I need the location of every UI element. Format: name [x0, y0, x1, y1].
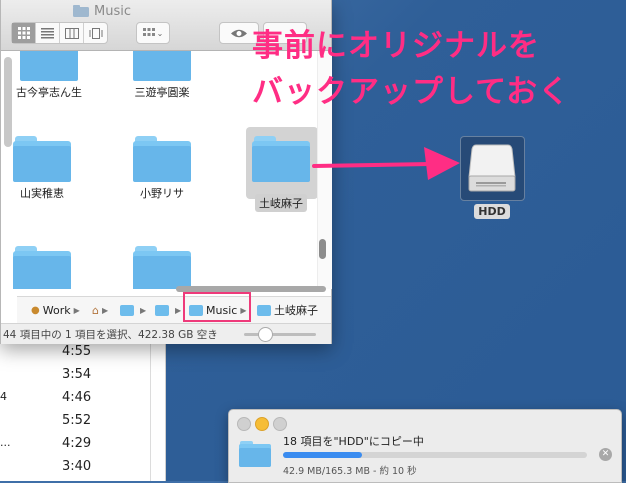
list-icon — [41, 27, 54, 38]
annotation-line-1: 事前にオリジナルを — [252, 28, 540, 64]
icon-size-slider-knob[interactable] — [258, 327, 273, 342]
folder-icon — [73, 5, 89, 17]
copy-status-title: 18 項目を"HDD"にコピー中 — [283, 435, 424, 448]
column-view-button[interactable] — [60, 23, 84, 43]
folder-icon — [133, 136, 191, 182]
folder-icon — [239, 441, 271, 467]
chevron-right-icon: ▶ — [73, 305, 80, 315]
columns-icon — [64, 27, 79, 39]
close-button[interactable] — [237, 417, 251, 431]
folder-icon — [133, 51, 191, 81]
copy-progress-fill — [283, 452, 363, 458]
folder-icon — [20, 51, 78, 81]
path-item-folder[interactable]: ▶ — [155, 302, 181, 318]
list-view-button[interactable] — [36, 23, 60, 43]
user-icon: ● — [31, 304, 40, 316]
list-row[interactable]: 4 4:46 — [0, 388, 165, 409]
selected-item-label: 土岐麻子 — [255, 194, 307, 212]
icon-view-button[interactable] — [12, 23, 36, 43]
coverflow-view-button[interactable] — [84, 23, 107, 43]
folder-icon — [257, 304, 271, 316]
minimize-button[interactable] — [255, 417, 269, 431]
status-text: 44 項目中の 1 項目を選択、422.38 GB 空き — [3, 329, 218, 341]
folder-item[interactable] — [107, 246, 217, 289]
list-row[interactable]: 3:54 — [0, 365, 165, 386]
path-item-home[interactable]: ⌂ ▶ — [92, 302, 108, 318]
arrange-menu-button[interactable]: ⌄ — [136, 22, 170, 44]
eye-icon — [231, 29, 247, 37]
home-icon: ⌂ — [92, 303, 99, 317]
folder-item[interactable]: 小野リサ — [107, 136, 217, 201]
copy-progress-bar — [283, 452, 587, 458]
window-title: Music — [73, 3, 273, 19]
path-item-work[interactable]: ● Work ▶ — [31, 302, 80, 318]
music-folder-icon — [120, 304, 134, 316]
zoom-button[interactable] — [273, 417, 287, 431]
folder-icon — [155, 304, 169, 316]
list-row[interactable]: 4:55 — [0, 342, 165, 363]
folder-icon — [252, 136, 310, 182]
path-bar: ● Work ▶ ⌂ ▶ ▶ ▶ Music ▶ 土岐麻子 — [17, 296, 331, 323]
grid-icon — [17, 27, 30, 39]
arrow-icon — [312, 147, 460, 180]
copy-progress-detail: 42.9 MB/165.3 MB - 約 10 秒 — [283, 466, 417, 477]
status-bar: 44 項目中の 1 項目を選択、422.38 GB 空き — [1, 323, 331, 344]
folder-item[interactable]: 三遊亭圓楽 — [107, 51, 217, 100]
chevron-right-icon: ▶ — [140, 305, 147, 315]
icon-size-slider[interactable] — [244, 333, 316, 336]
chevron-right-icon: ▶ — [101, 305, 109, 315]
chevron-right-icon: ▶ — [175, 305, 182, 315]
list-row[interactable]: 5:52 — [0, 411, 165, 432]
copy-progress-window: 18 項目を"HDD"にコピー中 42.9 MB/165.3 MB - 約 10… — [228, 409, 622, 483]
view-mode-switcher — [11, 22, 108, 44]
folder-item-selected[interactable]: 土岐麻子 — [226, 136, 317, 212]
music-highlight-box — [183, 292, 251, 322]
folder-item[interactable]: 古今亭志ん生 — [1, 51, 104, 100]
list-row[interactable]: ... 4:29 — [0, 434, 165, 455]
chevron-down-icon: ⌄ — [156, 28, 164, 38]
hdd-label[interactable]: HDD — [474, 204, 510, 219]
coverflow-icon — [89, 27, 102, 39]
list-row[interactable]: 3:40 — [0, 457, 165, 478]
folder-item[interactable]: 山実稚恵 — [1, 136, 97, 201]
path-item-music-library[interactable]: ▶ — [120, 302, 146, 318]
folder-icon — [13, 136, 71, 182]
vertical-scroll-thumb[interactable] — [319, 239, 326, 259]
folder-item[interactable] — [1, 246, 97, 289]
hard-drive-icon[interactable] — [468, 143, 516, 193]
annotation-line-2: バックアップしておく — [252, 74, 571, 110]
music-list-window: 4:55 3:54 4 4:46 5:52 ... 4:29 3:40 — [0, 340, 166, 481]
folder-icon — [13, 246, 71, 289]
path-item-toki-asako[interactable]: 土岐麻子 — [257, 302, 318, 318]
folder-icon — [133, 246, 191, 289]
arrange-icon — [142, 28, 155, 36]
cancel-copy-button[interactable]: ✕ — [599, 448, 612, 461]
